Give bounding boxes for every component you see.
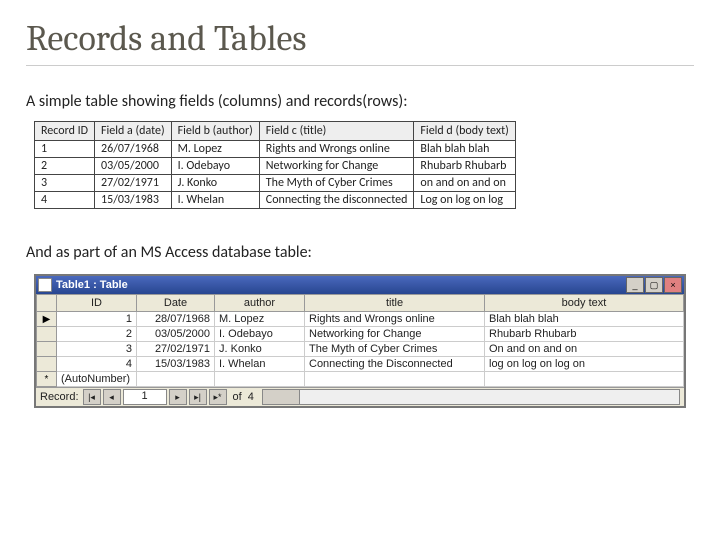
col-id[interactable]: ID	[57, 295, 137, 312]
access-window: Table1 : Table _ ▢ × ID Date author titl…	[34, 274, 686, 408]
maximize-button[interactable]: ▢	[645, 277, 663, 293]
close-button[interactable]: ×	[664, 277, 682, 293]
access-grid[interactable]: ID Date author title body text ▶128/07/1…	[36, 294, 684, 387]
of-label: of	[233, 391, 242, 403]
table-row: 203/05/2000I. OdebayoNetworking for Chan…	[35, 158, 516, 175]
nav-prev-button[interactable]: ◂	[103, 389, 121, 405]
nav-next-button[interactable]: ▸	[169, 389, 187, 405]
col-date[interactable]: Date	[137, 295, 215, 312]
minimize-button[interactable]: _	[626, 277, 644, 293]
new-row[interactable]: *(AutoNumber)	[37, 372, 684, 387]
caption-simple-table: A simple table showing fields (columns) …	[26, 92, 694, 111]
record-label: Record:	[40, 391, 79, 403]
col-author[interactable]: author	[215, 295, 305, 312]
col-field-c: Field c (title)	[259, 122, 414, 141]
table-icon	[38, 278, 52, 292]
col-record-id: Record ID	[35, 122, 95, 141]
simple-table: Record ID Field a (date) Field b (author…	[34, 121, 516, 209]
horizontal-scrollbar[interactable]	[262, 389, 680, 405]
nav-first-button[interactable]: |◂	[83, 389, 101, 405]
slide-title: Records and Tables	[26, 18, 694, 66]
table-row: 415/03/1983I. WhelanConnecting the disco…	[35, 192, 516, 209]
nav-new-button[interactable]: ▸*	[209, 389, 227, 405]
table-row[interactable]: 415/03/1983I. WhelanConnecting the Disco…	[37, 357, 684, 372]
record-number-input[interactable]: 1	[123, 389, 167, 405]
window-title: Table1 : Table	[56, 279, 128, 291]
table-row[interactable]: 327/02/1971J. KonkoThe Myth of Cyber Cri…	[37, 342, 684, 357]
col-field-a: Field a (date)	[95, 122, 172, 141]
nav-last-button[interactable]: ▸|	[189, 389, 207, 405]
record-navigator: Record: |◂ ◂ 1 ▸ ▸| ▸* of 4	[36, 387, 684, 406]
new-row-icon: *	[45, 374, 49, 385]
access-titlebar[interactable]: Table1 : Table _ ▢ ×	[36, 276, 684, 294]
row-selector-header[interactable]	[37, 295, 57, 312]
table-row[interactable]: ▶128/07/1968M. LopezRights and Wrongs on…	[37, 312, 684, 327]
row-pointer-icon: ▶	[43, 314, 51, 325]
caption-access-table: And as part of an MS Access database tab…	[26, 243, 694, 262]
table-row: 327/02/1971J. KonkoThe Myth of Cyber Cri…	[35, 175, 516, 192]
table-row[interactable]: 203/05/2000I. OdebayoNetworking for Chan…	[37, 327, 684, 342]
col-body[interactable]: body text	[485, 295, 684, 312]
record-total: 4	[248, 391, 254, 403]
col-title[interactable]: title	[305, 295, 485, 312]
col-field-d: Field d (body text)	[414, 122, 515, 141]
table-row: 126/07/1968M. LopezRights and Wrongs onl…	[35, 141, 516, 158]
col-field-b: Field b (author)	[171, 122, 259, 141]
